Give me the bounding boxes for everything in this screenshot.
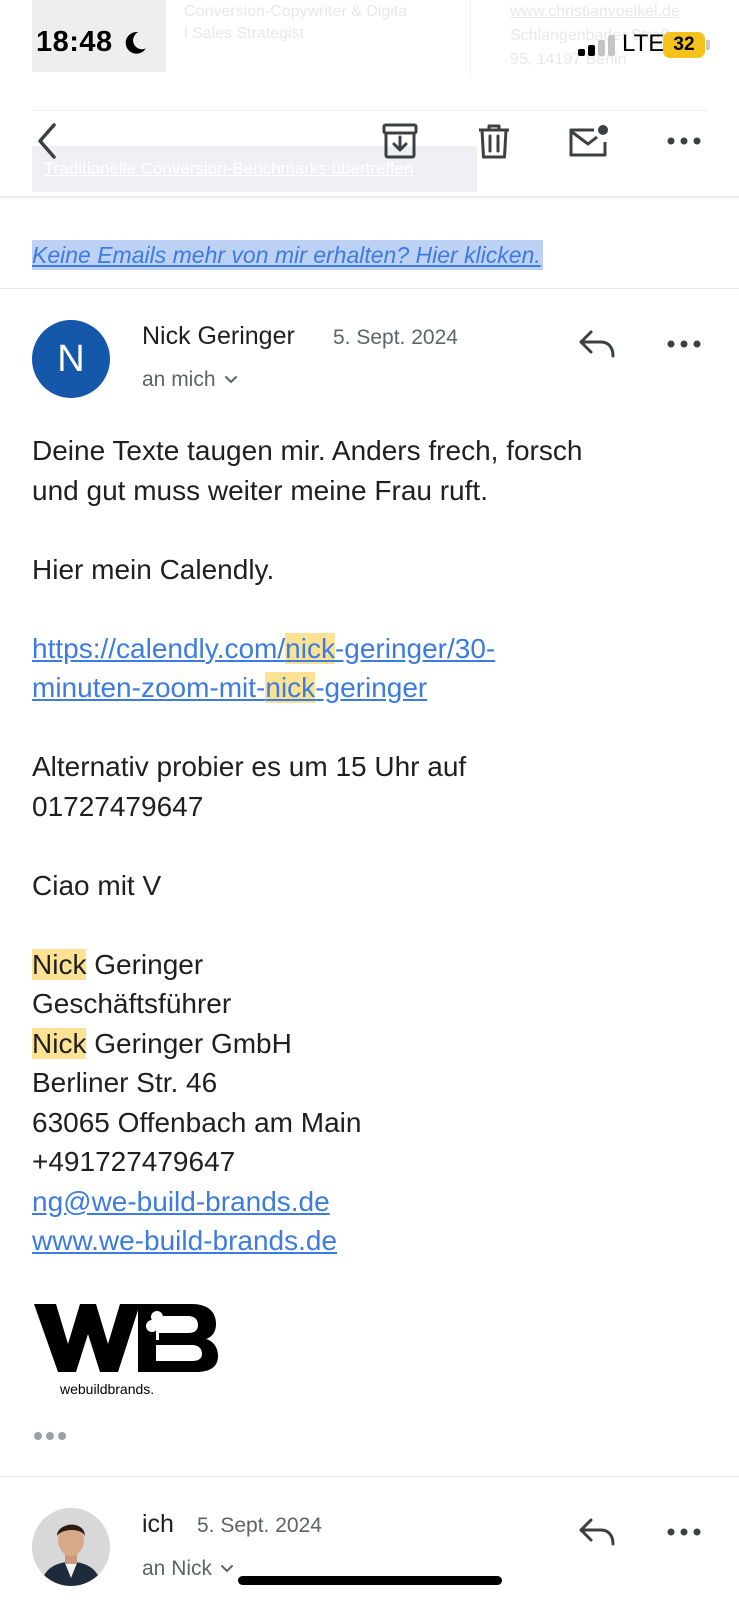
signature-company: Nick Geringer GmbH xyxy=(32,1027,292,1059)
phone-number[interactable]: 01727479647 xyxy=(32,787,722,827)
email-link[interactable]: ng@we-build-brands.de xyxy=(32,1186,330,1217)
search-highlight: Nick xyxy=(32,1027,87,1059)
archive-button[interactable] xyxy=(375,116,425,166)
battery-indicator: 32 xyxy=(663,32,705,58)
header-shadow xyxy=(0,196,739,200)
body-line: Deine Texte taugen mir. Anders frech, fo… xyxy=(32,435,583,466)
battery-cap xyxy=(706,40,710,50)
chevron-down-icon xyxy=(221,1565,234,1573)
avatar[interactable] xyxy=(32,1508,110,1586)
signal-icon xyxy=(578,34,616,56)
signature-phone[interactable]: +491727479647 xyxy=(32,1142,722,1182)
moon-icon xyxy=(125,32,146,54)
signature-city: 63065 Offenbach am Main xyxy=(32,1106,362,1138)
website-link[interactable]: www.we-build-brands.de xyxy=(32,1225,337,1256)
back-icon xyxy=(38,123,56,159)
unsubscribe-link[interactable]: Keine Emails mehr von mir erhalten? Hier… xyxy=(32,240,543,270)
body-line: Alternativ probier es um 15 Uhr auf xyxy=(32,751,467,782)
reply-button[interactable] xyxy=(572,322,622,366)
sender-name[interactable]: ich xyxy=(142,1510,174,1539)
more-icon xyxy=(667,1528,701,1536)
sender-name[interactable]: Nick Geringer xyxy=(142,322,295,351)
body-line: und gut muss weiter meine Frau ruft. xyxy=(32,474,488,506)
archive-icon xyxy=(382,123,418,159)
message-divider xyxy=(0,1476,739,1477)
body-line: Hier mein Calendly. xyxy=(32,553,275,585)
recipient-toggle[interactable]: an Nick xyxy=(142,1557,234,1581)
reply-icon xyxy=(579,330,615,358)
message-more-button[interactable] xyxy=(656,322,712,366)
message-body: Deine Texte taugen mir. Anders frech, fo… xyxy=(32,431,722,1261)
signature-title: Geschäftsführer xyxy=(32,988,232,1019)
avatar[interactable]: N xyxy=(32,320,110,398)
message-more-button[interactable] xyxy=(656,1510,712,1554)
more-icon xyxy=(667,340,701,348)
show-trimmed-content-button[interactable] xyxy=(34,1432,66,1440)
delete-button[interactable] xyxy=(469,116,519,166)
search-highlight: Nick xyxy=(32,948,87,980)
status-bar: 18:48 LTE 32 xyxy=(0,0,739,92)
body-line: Ciao mit V xyxy=(32,869,162,901)
reply-button[interactable] xyxy=(572,1510,622,1554)
company-logo: webuildbrands. xyxy=(34,1304,218,1397)
back-button[interactable] xyxy=(22,116,72,166)
calendly-link[interactable]: https://calendly.com/nick-geringer/30- m… xyxy=(32,629,722,708)
clock: 18:48 xyxy=(36,26,113,58)
home-indicator[interactable] xyxy=(238,1576,502,1585)
message-divider xyxy=(0,288,739,289)
search-highlight: nick xyxy=(285,632,335,664)
recipient-label: an mich xyxy=(142,368,216,391)
signature-street: Berliner Str. 46 xyxy=(32,1067,218,1098)
mark-unread-icon xyxy=(569,125,608,157)
more-icon xyxy=(667,137,701,145)
message-date: 5. Sept. 2024 xyxy=(197,1514,322,1537)
recipient-toggle[interactable]: an mich xyxy=(142,368,238,392)
network-type: LTE xyxy=(622,30,665,57)
logo-text: webuildbrands. xyxy=(59,1381,154,1397)
search-highlight: nick xyxy=(265,672,316,703)
mail-toolbar xyxy=(0,106,739,196)
chevron-down-icon xyxy=(224,376,237,384)
reply-icon xyxy=(579,1518,615,1546)
trash-icon xyxy=(479,124,509,159)
recipient-label: an Nick xyxy=(142,1557,213,1580)
more-options-button[interactable] xyxy=(659,116,709,166)
mark-unread-button[interactable] xyxy=(563,116,613,166)
profile-photo xyxy=(32,1508,110,1586)
message-date: 5. Sept. 2024 xyxy=(333,326,458,349)
signature-name: Nick Geringer xyxy=(32,948,204,980)
